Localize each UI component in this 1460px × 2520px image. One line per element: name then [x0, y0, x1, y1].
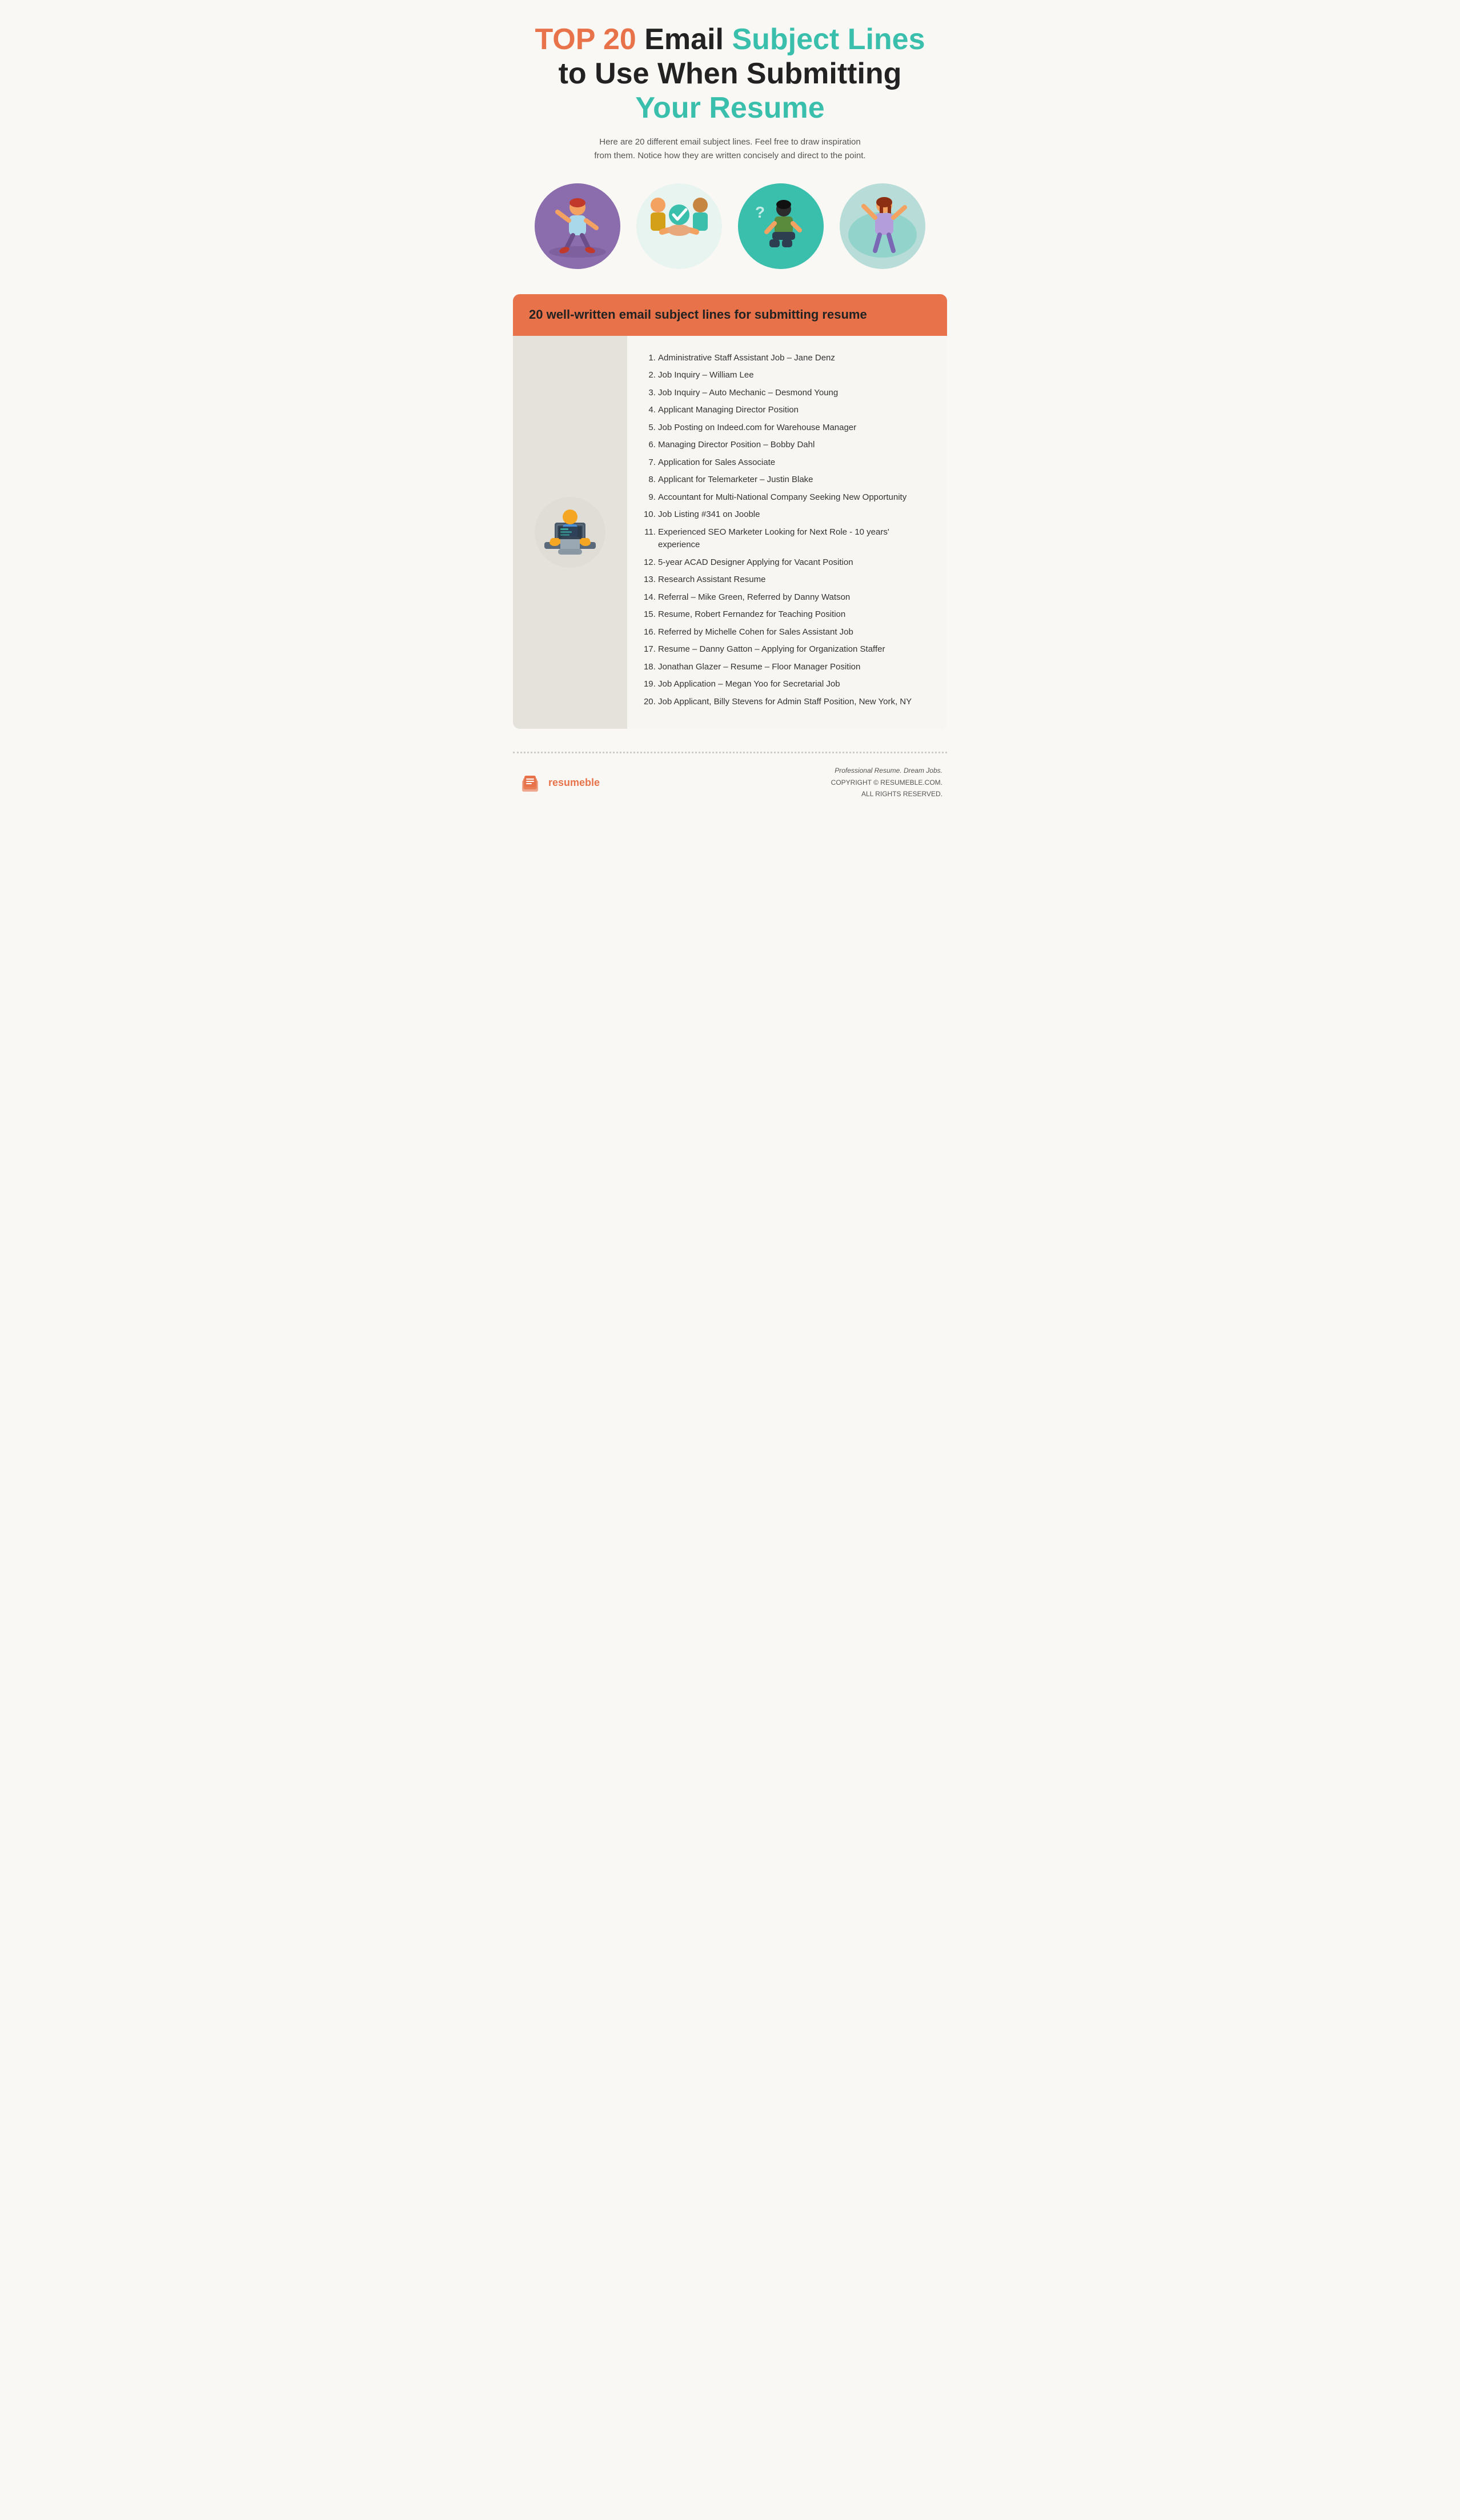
- illustration-4: [840, 183, 925, 269]
- list-item: Research Assistant Resume: [658, 573, 926, 587]
- list-item: Job Listing #341 on Jooble: [658, 508, 926, 521]
- subject-lines-list: Administrative Staff Assistant Job – Jan…: [648, 352, 926, 709]
- title-line2: to Use When Submitting: [559, 57, 902, 90]
- list-container: Administrative Staff Assistant Job – Jan…: [627, 336, 947, 729]
- list-item: Job Applicant, Billy Stevens for Admin S…: [658, 696, 926, 709]
- list-item: Accountant for Multi-National Company Se…: [658, 491, 926, 504]
- title-top20: TOP 20: [535, 23, 636, 56]
- list-item: Administrative Staff Assistant Job – Jan…: [658, 352, 926, 365]
- illustration-3: ?: [738, 183, 824, 269]
- footer: resumeble Professional Resume. Dream Job…: [513, 765, 947, 800]
- illustration-1: [535, 183, 620, 269]
- list-item: Referral – Mike Green, Referred by Danny…: [658, 591, 926, 604]
- list-item: Referred by Michelle Cohen for Sales Ass…: [658, 626, 926, 639]
- section-heading-text: 20 well-written email subject lines for …: [529, 307, 867, 323]
- list-item: Resume – Danny Gatton – Applying for Org…: [658, 643, 926, 656]
- title-subject-lines: Subject Lines: [732, 23, 925, 56]
- main-section: 20 well-written email subject lines for …: [513, 294, 947, 729]
- page-header: TOP 20 Email Subject Lines to Use When S…: [513, 23, 947, 163]
- list-item: Job Inquiry – William Lee: [658, 369, 926, 382]
- list-item: Jonathan Glazer – Resume – Floor Manager…: [658, 661, 926, 674]
- svg-text:?: ?: [755, 203, 765, 221]
- desk-person-illustration: [533, 495, 607, 569]
- title-email: Email: [644, 23, 732, 56]
- illustration-row: ?: [513, 183, 947, 269]
- list-item: Job Inquiry – Auto Mechanic – Desmond Yo…: [658, 387, 926, 400]
- main-title: TOP 20 Email Subject Lines to Use When S…: [513, 23, 947, 125]
- list-item: Job Application – Megan Yoo for Secretar…: [658, 678, 926, 691]
- list-item: 5-year ACAD Designer Applying for Vacant…: [658, 556, 926, 569]
- list-item: Applicant for Telemarketer – Justin Blak…: [658, 473, 926, 487]
- list-item: Applicant Managing Director Position: [658, 404, 926, 417]
- list-item: Managing Director Position – Bobby Dahl: [658, 439, 926, 452]
- footer-rights: ALL RIGHTS RESERVED.: [831, 788, 942, 800]
- avatar-container: [513, 336, 627, 729]
- footer-tagline: Professional Resume. Dream Jobs.: [831, 765, 942, 776]
- dotted-divider: [513, 752, 947, 753]
- illustration-2: [636, 183, 722, 269]
- list-item: Resume, Robert Fernandez for Teaching Po…: [658, 608, 926, 621]
- footer-right: Professional Resume. Dream Jobs. COPYRIG…: [831, 765, 942, 800]
- title-your-resume: Your Resume: [635, 91, 824, 125]
- logo-text: resumeble: [548, 777, 600, 789]
- list-item: Experienced SEO Marketer Looking for Nex…: [658, 526, 926, 552]
- list-item: Application for Sales Associate: [658, 456, 926, 470]
- content-row: Administrative Staff Assistant Job – Jan…: [513, 336, 947, 729]
- section-header: 20 well-written email subject lines for …: [513, 294, 947, 336]
- footer-copyright: COPYRIGHT © RESUMEBLE.COM.: [831, 777, 942, 788]
- logo-area: resumeble: [518, 770, 600, 795]
- resumeble-logo-icon: [518, 770, 543, 795]
- subtitle-text: Here are 20 different email subject line…: [593, 135, 867, 163]
- list-item: Job Posting on Indeed.com for Warehouse …: [658, 422, 926, 435]
